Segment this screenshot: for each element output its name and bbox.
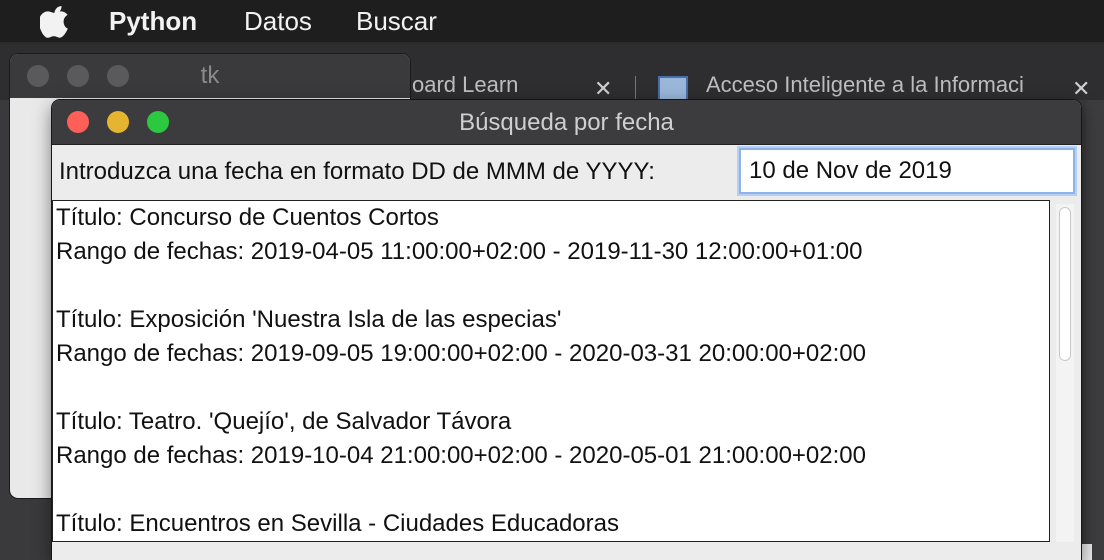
result-spacer	[53, 269, 1049, 303]
browser-content-edge	[1086, 100, 1104, 560]
result-item: Título: Encuentros en Sevilla - Ciudades…	[53, 507, 1049, 541]
result-title: Título: Teatro. 'Quejío', de Salvador Tá…	[56, 408, 512, 435]
menu-app-name[interactable]: Python	[109, 5, 197, 37]
browser-tab-acceso[interactable]: Acceso Inteligente a la Informaci	[706, 72, 1058, 100]
menu-buscar[interactable]: Buscar	[356, 5, 437, 37]
search-by-date-dialog: Búsqueda por fecha Introduzca una fecha …	[52, 100, 1081, 560]
menu-bar: Python Datos Buscar	[0, 0, 1104, 42]
tk-titlebar[interactable]: tk	[10, 54, 410, 98]
dialog-title: Búsqueda por fecha	[459, 109, 674, 136]
browser-tab-learn[interactable]: oard Learn	[412, 72, 612, 100]
result-item: Título: Exposición 'Nuestra Isla de las …	[53, 303, 1049, 405]
tk-window-title: tk	[200, 62, 220, 89]
result-title: Título: Concurso de Cuentos Cortos	[56, 204, 439, 231]
results-text-area[interactable]: Título: Concurso de Cuentos Cortos Rango…	[52, 200, 1050, 542]
browser-tab-close-icon[interactable]: ✕	[1072, 78, 1090, 100]
result-date-range: Rango de fechas: 2019-04-05 11:00:00+02:…	[56, 238, 863, 265]
dialog-titlebar[interactable]: Búsqueda por fecha	[52, 100, 1081, 145]
result-title: Título: Exposición 'Nuestra Isla de las …	[56, 306, 562, 333]
result-item: Título: Teatro. 'Quejío', de Salvador Tá…	[53, 405, 1049, 507]
menu-datos[interactable]: Datos	[244, 5, 312, 37]
result-title: Título: Encuentros en Sevilla - Ciudades…	[56, 510, 619, 537]
result-date-range: Rango de fechas: 2019-09-05 19:00:00+02:…	[56, 340, 866, 367]
results-scrollbar[interactable]	[1056, 204, 1074, 542]
tab-divider	[635, 76, 636, 102]
scrollbar-thumb[interactable]	[1059, 207, 1071, 361]
browser-tab-close-icon[interactable]: ✕	[594, 78, 612, 100]
result-item: Título: Concurso de Cuentos Cortos Rango…	[53, 201, 1049, 303]
result-spacer	[53, 473, 1049, 507]
date-prompt-label: Introduzca una fecha en formato DD de MM…	[59, 158, 655, 185]
result-date-range: Rango de fechas: 2019-10-04 21:00:00+02:…	[56, 442, 866, 469]
date-input[interactable]	[739, 148, 1075, 194]
apple-logo-icon[interactable]	[40, 4, 72, 38]
result-spacer	[53, 371, 1049, 405]
